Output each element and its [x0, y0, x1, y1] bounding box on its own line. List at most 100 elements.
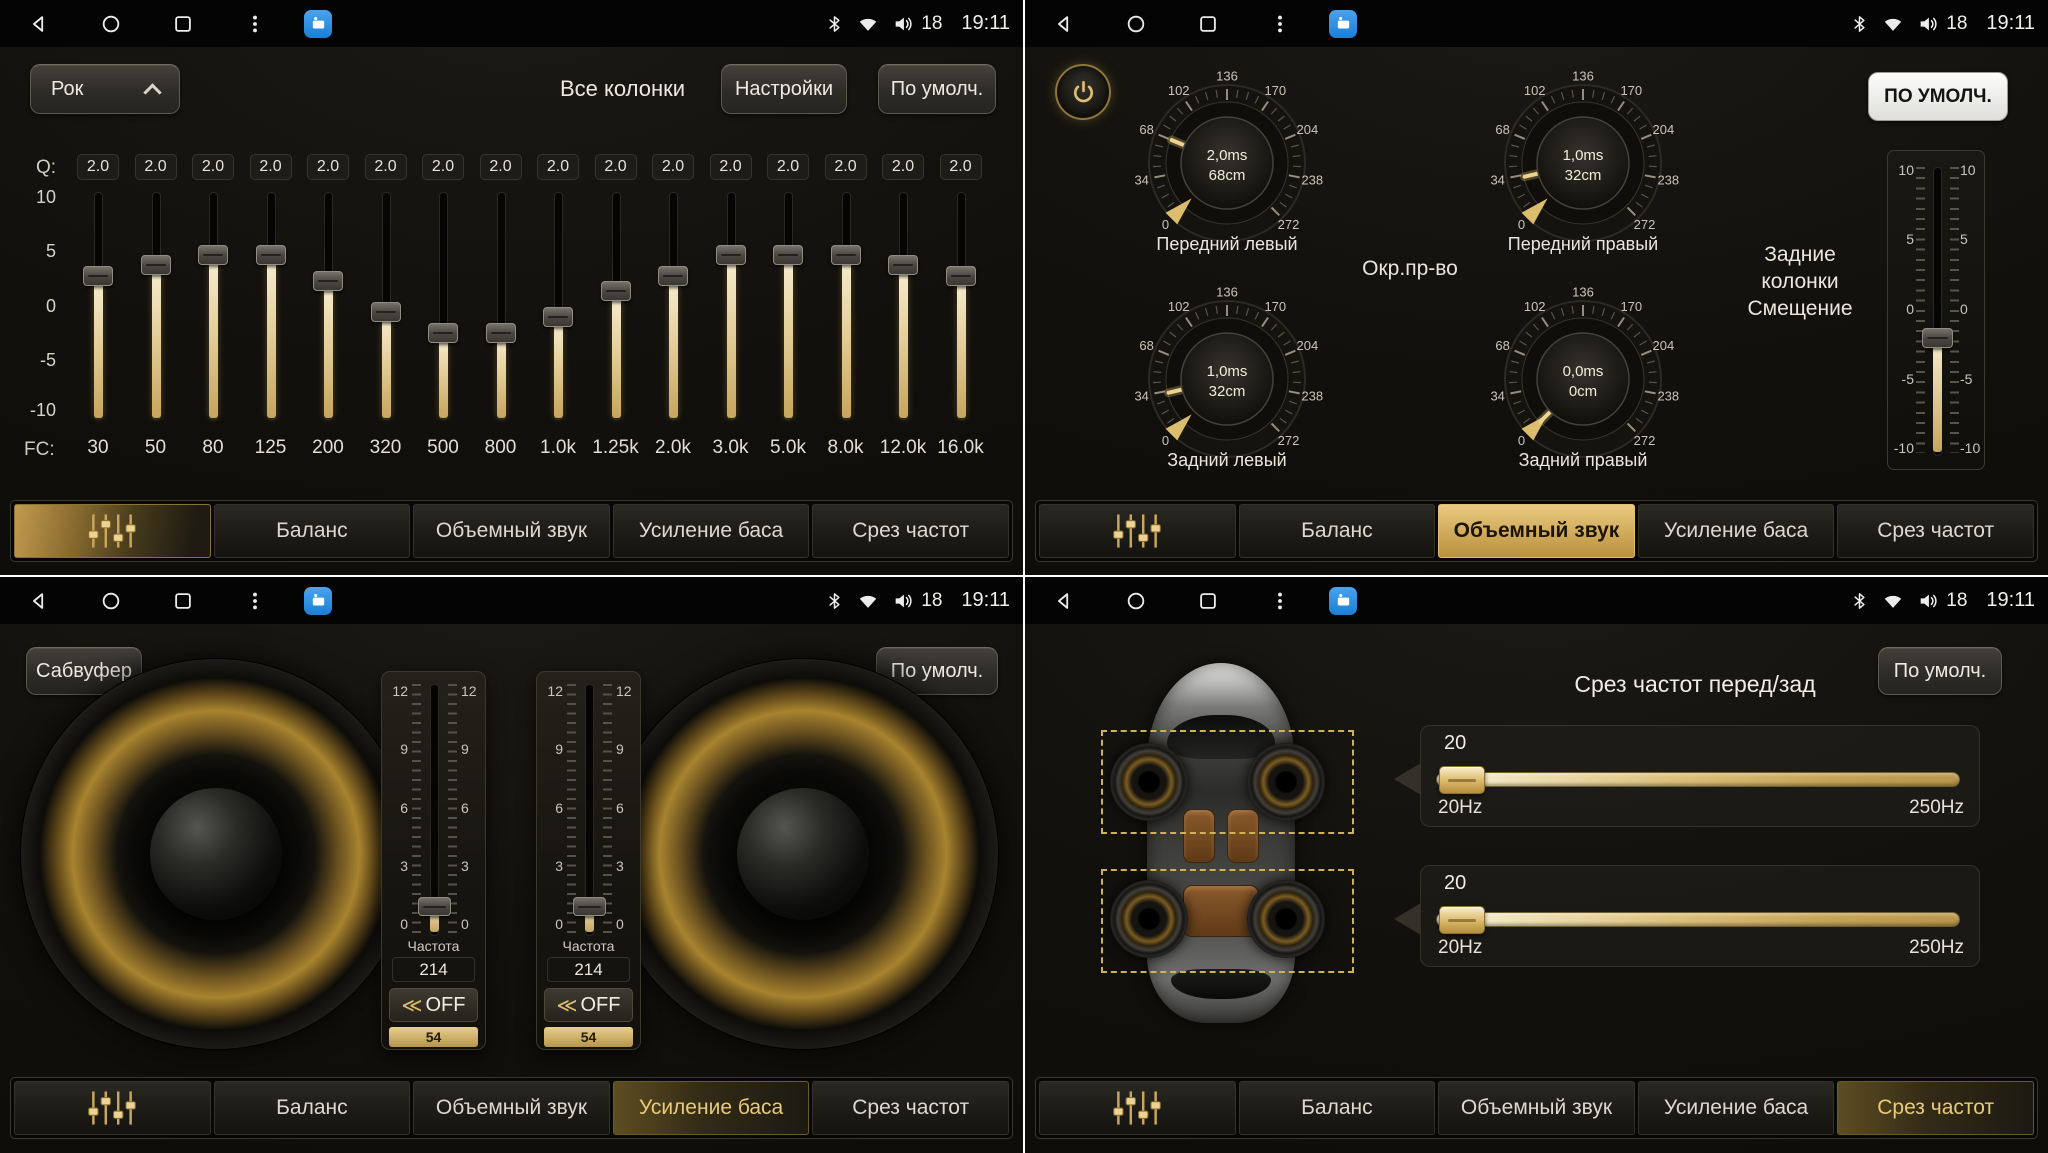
slider-thumb[interactable] — [773, 245, 803, 265]
tab-crossover[interactable]: Срез частот — [1837, 1081, 2034, 1135]
volume-icon — [1917, 590, 1939, 612]
delay-knob[interactable]: 03468102136170204238272 1,0ms 32cm — [1483, 63, 1683, 263]
bass-scale-label: 6 — [616, 800, 638, 816]
tab-surround-sound[interactable]: Объемный звук — [1438, 504, 1635, 558]
recents-icon[interactable] — [172, 590, 194, 612]
default-button[interactable]: ПО УМОЛЧ. — [1868, 72, 2008, 121]
recents-icon[interactable] — [1197, 590, 1219, 612]
slider-thumb[interactable] — [141, 255, 171, 275]
tab-equalizer[interactable] — [1039, 1081, 1236, 1135]
tab-crossover[interactable]: Срез частот — [812, 1081, 1009, 1135]
tab-balance[interactable]: Баланс — [214, 1081, 411, 1135]
slider-thumb[interactable] — [1439, 906, 1485, 934]
off-button[interactable]: ≪OFF — [544, 988, 633, 1022]
slider-thumb[interactable] — [543, 307, 573, 327]
tab-equalizer[interactable] — [1039, 504, 1236, 558]
menu-icon[interactable] — [1269, 13, 1291, 35]
recents-icon[interactable] — [1197, 13, 1219, 35]
bass-slider-thumb[interactable] — [573, 897, 606, 916]
home-icon[interactable] — [100, 590, 122, 612]
tab-surround-sound[interactable]: Объемный звук — [1438, 1081, 1635, 1135]
home-icon[interactable] — [100, 13, 122, 35]
offset-slider-thumb[interactable] — [1922, 328, 1953, 348]
slider-thumb[interactable] — [716, 245, 746, 265]
tab-surround-sound[interactable]: Объемный звук — [413, 1081, 610, 1135]
tab-balance[interactable]: Баланс — [214, 504, 411, 558]
eq-band-slider[interactable] — [365, 190, 407, 422]
slider-thumb[interactable] — [888, 255, 918, 275]
slider-thumb[interactable] — [371, 302, 401, 322]
tab-bass-boost[interactable]: Усиление баса — [1638, 504, 1835, 558]
eq-band-slider[interactable] — [882, 190, 924, 422]
menu-icon[interactable] — [1269, 590, 1291, 612]
tab-balance[interactable]: Баланс — [1239, 1081, 1436, 1135]
slider-thumb[interactable] — [831, 245, 861, 265]
slider-thumb[interactable] — [428, 323, 458, 343]
slider-thumb[interactable] — [198, 245, 228, 265]
back-icon[interactable] — [28, 590, 50, 612]
db-scale-label: 10 — [8, 187, 56, 208]
back-icon[interactable] — [1053, 590, 1075, 612]
menu-icon[interactable] — [244, 13, 266, 35]
eq-band-slider[interactable] — [422, 190, 464, 422]
eq-band-slider[interactable] — [192, 190, 234, 422]
eq-band-slider[interactable] — [767, 190, 809, 422]
decrease-arrows-icon: ≪ — [557, 993, 578, 1018]
tab-surround-sound[interactable]: Объемный звук — [413, 504, 610, 558]
tab-balance[interactable]: Баланс — [1239, 504, 1436, 558]
settings-button[interactable]: Настройки — [721, 64, 847, 114]
volume-icon — [1917, 13, 1939, 35]
subwoofer-slider-module[interactable]: 12 129 96 63 30 0 Частота 214 ≪OFF 54 — [381, 671, 486, 1050]
eq-band-slider[interactable] — [825, 190, 867, 422]
knob-delay-value: 2,0ms — [1207, 147, 1248, 164]
home-icon[interactable] — [1125, 13, 1147, 35]
home-icon[interactable] — [1125, 590, 1147, 612]
tab-equalizer[interactable] — [14, 504, 211, 558]
eq-band-slider[interactable] — [652, 190, 694, 422]
eq-band-slider[interactable] — [940, 190, 982, 422]
back-icon[interactable] — [28, 13, 50, 35]
slider-thumb[interactable] — [658, 266, 688, 286]
delay-knob[interactable]: 03468102136170204238272 2,0ms 68cm — [1127, 63, 1327, 263]
off-button[interactable]: ≪OFF — [389, 988, 478, 1022]
tab-bass-boost[interactable]: Усиление баса — [613, 1081, 810, 1135]
tab-crossover[interactable]: Срез частот — [1837, 504, 2034, 558]
eq-band-slider[interactable] — [135, 190, 177, 422]
slider-thumb[interactable] — [1439, 766, 1485, 794]
slider-thumb[interactable] — [486, 323, 516, 343]
bass-slider-thumb[interactable] — [418, 897, 451, 916]
tab-equalizer[interactable] — [14, 1081, 211, 1135]
eq-band-slider[interactable] — [710, 190, 752, 422]
menu-icon[interactable] — [244, 590, 266, 612]
subwoofer-slider-module[interactable]: 12 129 96 63 30 0 Частота 214 ≪OFF 54 — [536, 671, 641, 1050]
tab-bass-boost[interactable]: Усиление баса — [613, 504, 810, 558]
slider-thumb[interactable] — [601, 281, 631, 301]
eq-band-slider[interactable] — [595, 190, 637, 422]
slider-thumb[interactable] — [256, 245, 286, 265]
nav-buttons — [0, 10, 332, 38]
crossover-slider[interactable] — [1436, 912, 1960, 927]
power-button[interactable] — [1055, 64, 1111, 120]
back-icon[interactable] — [1053, 13, 1075, 35]
left-pointer-arrow — [1394, 763, 1421, 795]
slider-thumb[interactable] — [83, 266, 113, 286]
default-button[interactable]: По умолч. — [878, 64, 996, 114]
tab-bass-boost[interactable]: Усиление баса — [1638, 1081, 1835, 1135]
eq-band-slider[interactable] — [250, 190, 292, 422]
eq-band-slider[interactable] — [307, 190, 349, 422]
eq-band-slider[interactable] — [77, 190, 119, 422]
bass-scale-label: 3 — [386, 858, 408, 874]
slider-thumb[interactable] — [946, 266, 976, 286]
slider-thumb[interactable] — [313, 271, 343, 291]
eq-band-slider[interactable] — [480, 190, 522, 422]
eq-band-slider[interactable] — [537, 190, 579, 422]
front-speakers-selection-box[interactable] — [1101, 730, 1354, 834]
tab-crossover[interactable]: Срез частот — [812, 504, 1009, 558]
recents-icon[interactable] — [172, 13, 194, 35]
rear-offset-slider[interactable]: 10 105 50 0-5 -5-10 -10 — [1887, 150, 1985, 470]
crossover-slider[interactable] — [1436, 772, 1960, 787]
delay-knob[interactable]: 03468102136170204238272 0,0ms 0cm — [1483, 279, 1683, 479]
rear-speakers-selection-box[interactable] — [1101, 869, 1354, 973]
frequency-value: 214 — [392, 957, 475, 982]
delay-knob[interactable]: 03468102136170204238272 1,0ms 32cm — [1127, 279, 1327, 479]
